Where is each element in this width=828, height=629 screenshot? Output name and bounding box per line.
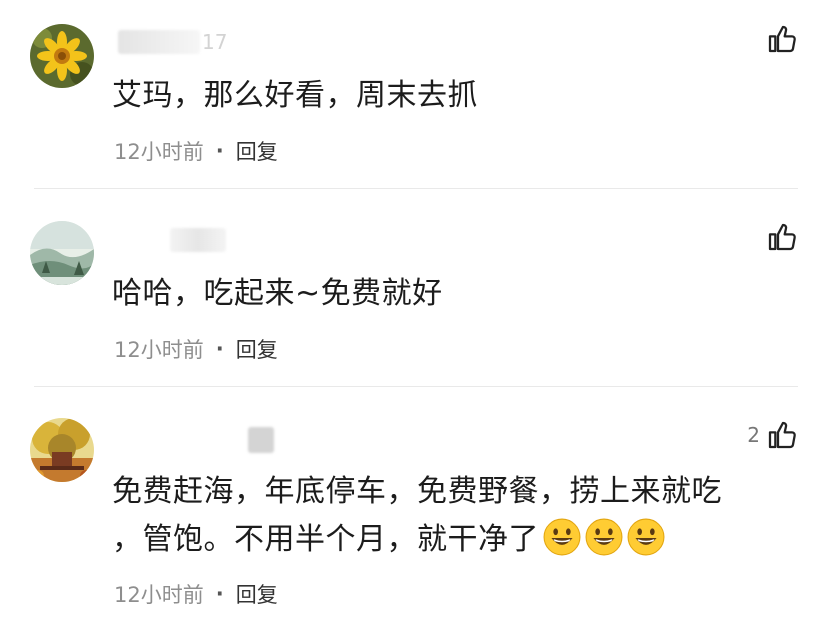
avatar[interactable] — [30, 418, 94, 482]
thumbs-up-icon — [768, 421, 796, 449]
comment-meta: 12小时前 · 回复 — [114, 579, 278, 609]
comment-text-line: 免费赶海，年底停车，免费野餐，捞上来就吃 — [112, 474, 722, 509]
separator-dot: · — [215, 139, 224, 163]
username-redacted[interactable] — [248, 427, 274, 453]
like-button[interactable]: 2 — [747, 418, 798, 452]
divider — [34, 386, 798, 387]
like-count: 2 — [747, 423, 760, 447]
divider — [34, 188, 798, 189]
grinning-face-icon — [627, 518, 665, 556]
grinning-face-icon — [543, 518, 581, 556]
reply-button[interactable]: 回复 — [236, 334, 278, 364]
username-redacted[interactable] — [170, 228, 226, 252]
reply-button[interactable]: 回复 — [236, 136, 278, 166]
avatar[interactable] — [30, 221, 94, 285]
separator-dot: · — [215, 337, 224, 361]
username-suffix: 17 — [202, 30, 228, 54]
comment-text: 哈哈，吃起来~免费就好 — [112, 276, 443, 311]
comment-text-line-2: ，管饱。不用半个月，就干净了 — [112, 516, 802, 564]
comment-meta: 12小时前 · 回复 — [114, 334, 278, 364]
like-button[interactable] — [760, 22, 798, 56]
comment-text: 艾玛，那么好看，周末去抓 — [112, 78, 478, 113]
comment-text: 免费赶海，年底停车，免费野餐，捞上来就吃 ，管饱。不用半个月，就干净了 — [112, 468, 802, 564]
timestamp: 12小时前 — [114, 140, 204, 164]
thumbs-up-icon — [768, 25, 796, 53]
grinning-face-icon — [585, 518, 623, 556]
comment-text-line: ，管饱。不用半个月，就干净了 — [112, 522, 539, 557]
timestamp: 12小时前 — [114, 583, 204, 607]
flower-avatar-image — [30, 24, 94, 88]
username-redacted[interactable] — [118, 30, 200, 54]
comment-meta: 12小时前 · 回复 — [114, 136, 278, 166]
reply-button[interactable]: 回复 — [236, 579, 278, 609]
like-button[interactable] — [760, 220, 798, 254]
separator-dot: · — [215, 582, 224, 606]
timestamp: 12小时前 — [114, 338, 204, 362]
landscape-avatar-image — [30, 221, 94, 285]
thumbs-up-icon — [768, 223, 796, 251]
autumn-avatar-image — [30, 418, 94, 482]
avatar[interactable] — [30, 24, 94, 88]
